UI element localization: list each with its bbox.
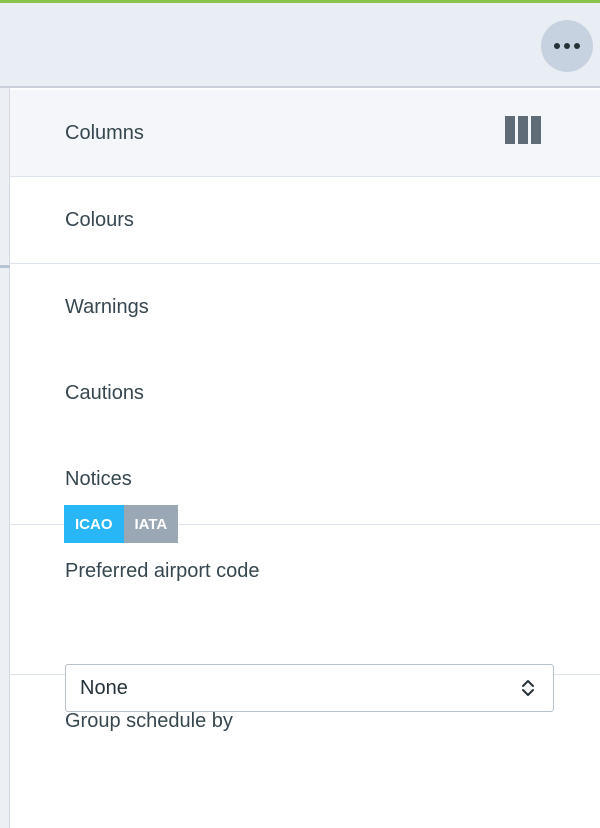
settings-dropdown-menu: Columns Colours Warnings Cautions Notice… [10, 90, 600, 828]
more-options-button[interactable] [541, 20, 593, 72]
settings-screen: Columns Colours Warnings Cautions Notice… [0, 0, 600, 828]
menu-item-colours[interactable]: Colours [10, 177, 600, 263]
group-schedule-select[interactable]: None [65, 664, 554, 712]
background-panel-edge [0, 88, 10, 828]
menu-item-label: Warnings [65, 295, 149, 318]
ellipsis-icon [564, 43, 570, 49]
background-divider-mark [0, 265, 10, 268]
menu-item-label: Colours [65, 208, 134, 231]
menu-item-label: Notices [65, 467, 132, 490]
ellipsis-icon [554, 43, 560, 49]
ellipsis-icon [574, 43, 580, 49]
menu-item-label: Cautions [65, 381, 144, 404]
icao-option-button[interactable]: ICAO [64, 505, 124, 543]
iata-option-button[interactable]: IATA [123, 505, 179, 543]
menu-item-columns[interactable]: Columns [10, 90, 600, 176]
up-down-chevron-icon [522, 680, 534, 696]
columns-icon [505, 116, 541, 144]
airport-code-toggle: ICAO IATA [64, 505, 179, 543]
group-schedule-value: None [80, 676, 128, 699]
menu-item-cautions[interactable]: Cautions [10, 350, 600, 436]
menu-item-label: Columns [65, 121, 144, 144]
top-bar [0, 0, 600, 88]
menu-item-warnings[interactable]: Warnings [10, 264, 600, 350]
preferred-airport-code-label: Preferred airport code [65, 560, 260, 582]
group-schedule-label: Group schedule by [65, 710, 233, 732]
